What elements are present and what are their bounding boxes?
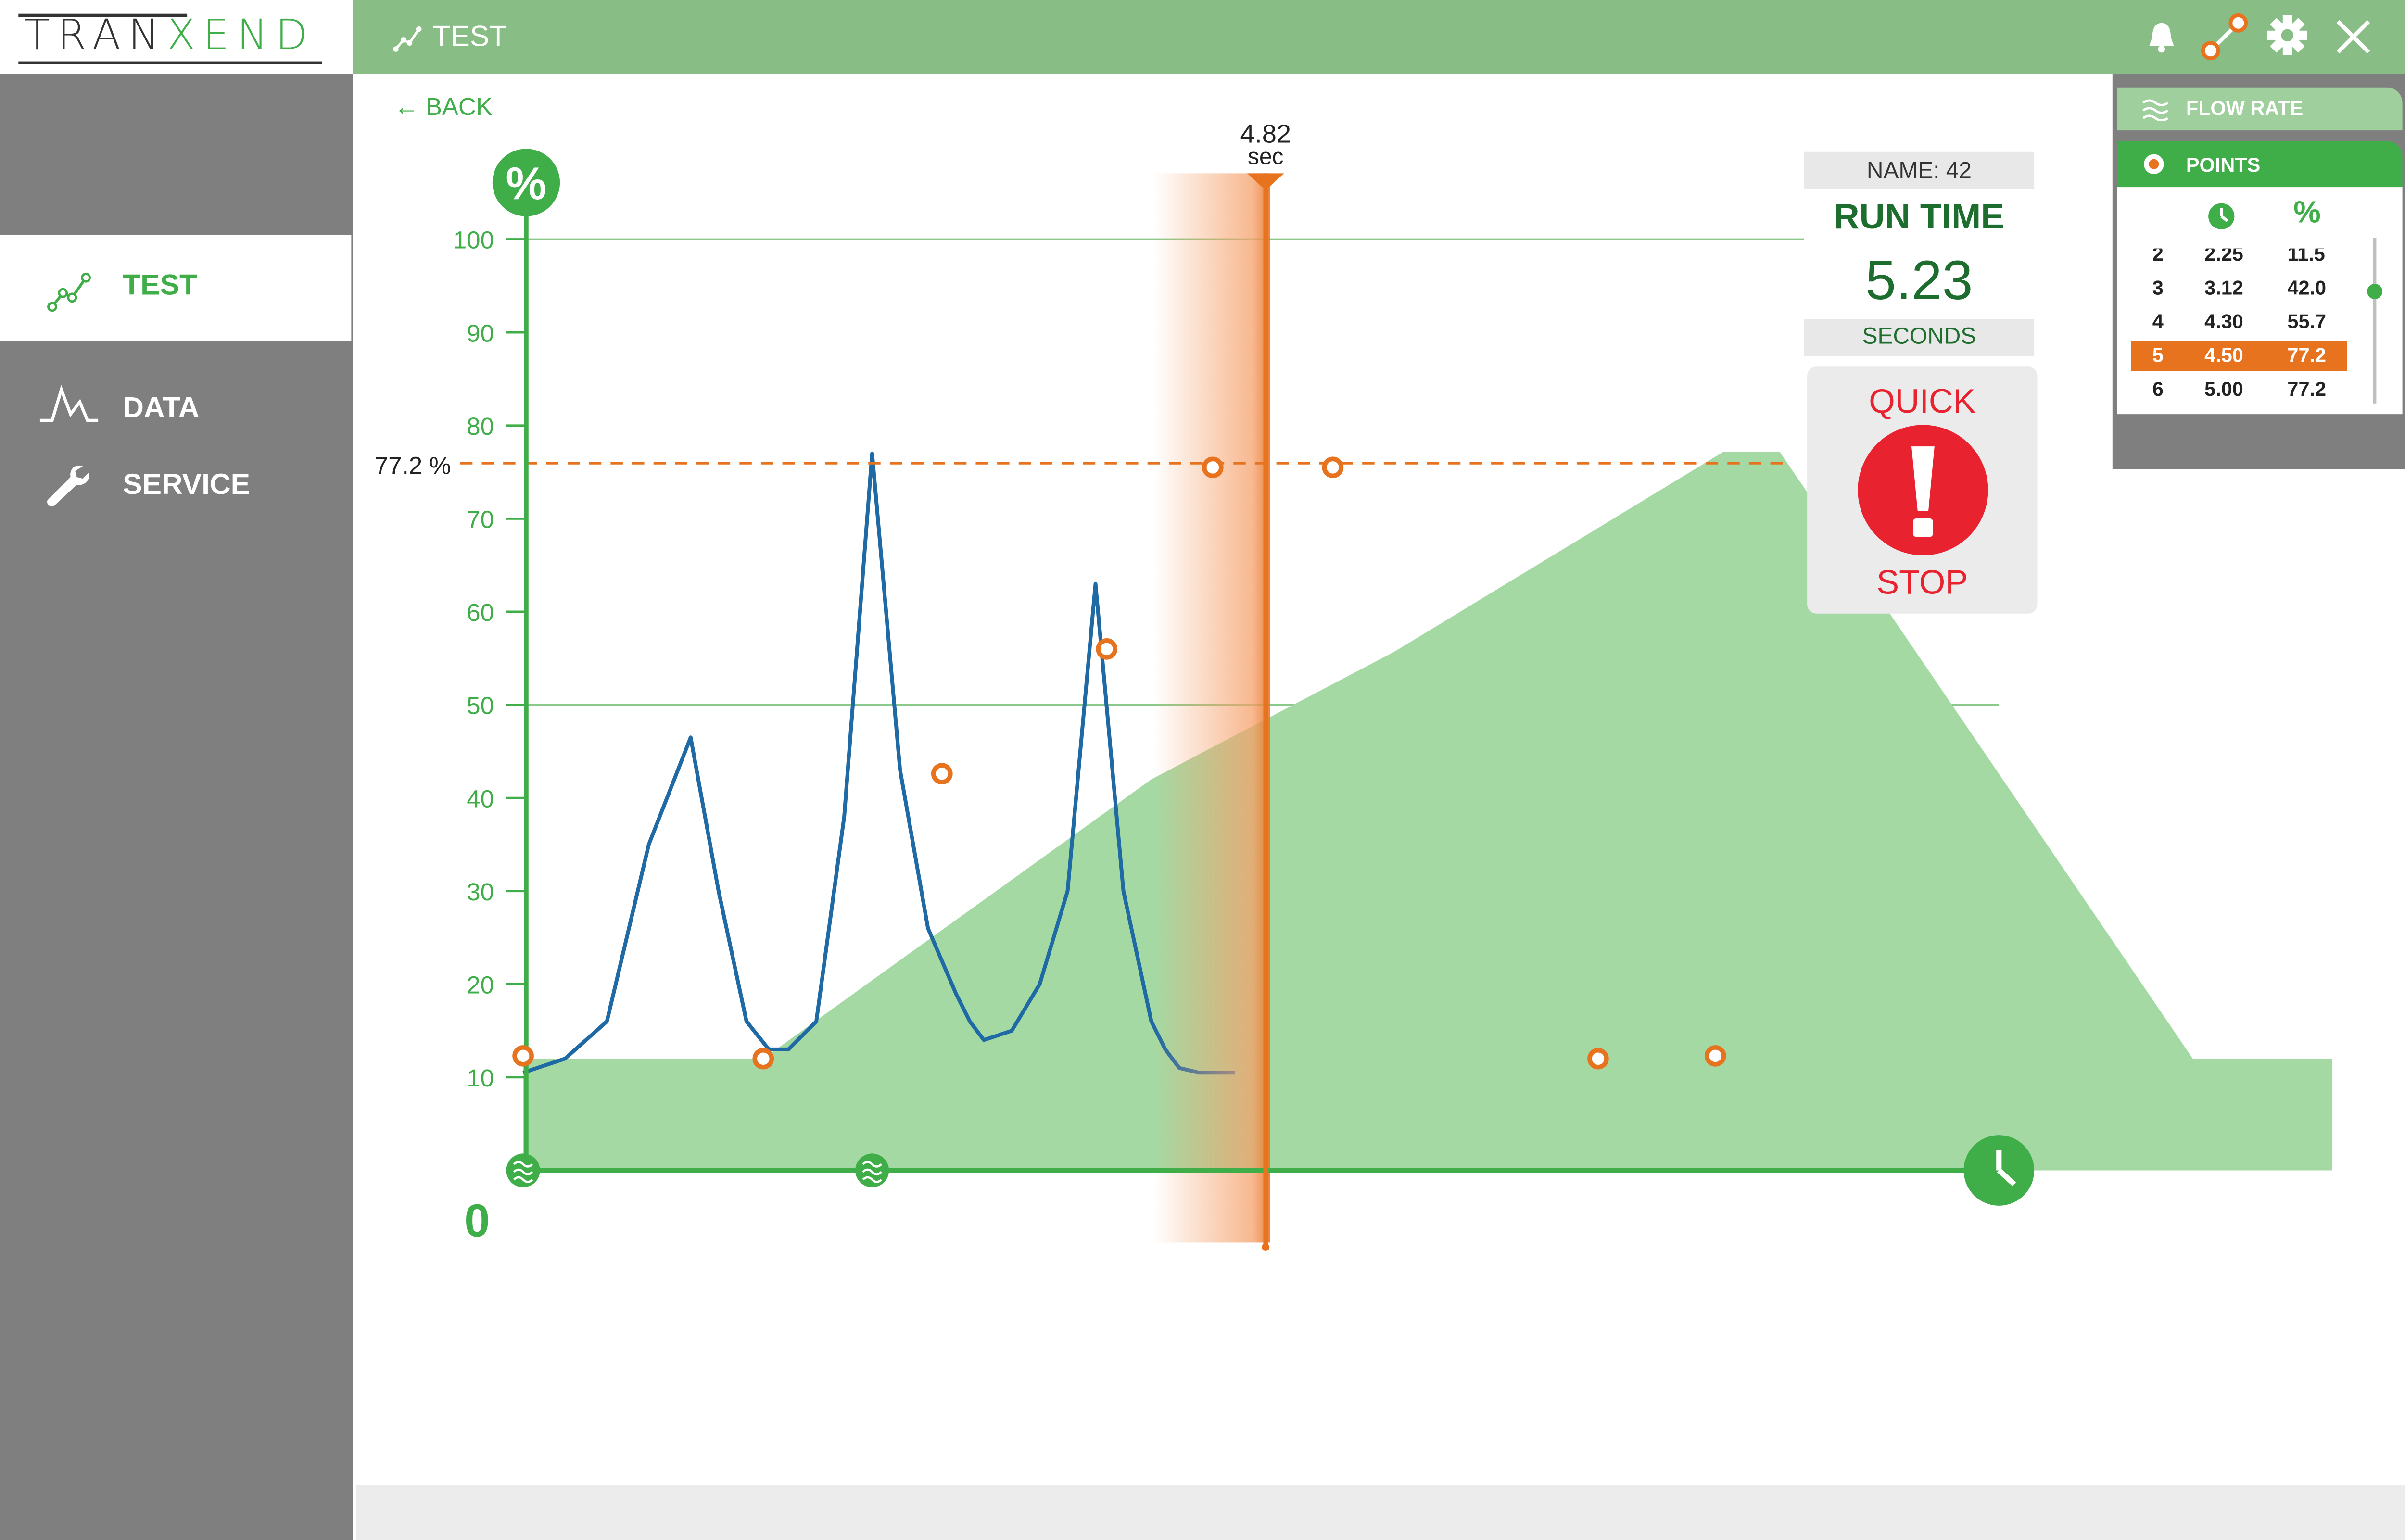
exclamation-icon [1911, 446, 1935, 537]
y-tick-label: 50 [467, 692, 494, 720]
flow-chart: 102030405060708090100 77.2 % 4.82 sec % … [375, 120, 2333, 1251]
quick-stop-button[interactable] [1858, 425, 1988, 555]
setpoint-marker [512, 1045, 534, 1067]
test-name: NAME: 42 [1866, 158, 1972, 184]
setpoint-marker [752, 1048, 774, 1070]
scrollbar-thumb[interactable] [2367, 284, 2383, 299]
y-tick-label: 20 [467, 971, 494, 998]
table-row-selected[interactable]: 5 4.50 77.2 [2131, 341, 2347, 371]
clock-axis-badge [1963, 1135, 2035, 1206]
seconds-label: SECONDS [1862, 323, 1976, 350]
quick-label: QUICK [1869, 382, 1976, 420]
y-tick-label: 70 [467, 505, 494, 533]
percent-column-header: % [2293, 196, 2321, 230]
y-tick-label: 40 [467, 785, 494, 812]
y-tick-label: 30 [467, 878, 494, 906]
clock-icon [2208, 203, 2235, 229]
flow-marker [855, 1153, 889, 1187]
setpoint-area [523, 451, 2333, 1171]
run-time-value: 5.23 [1865, 248, 1973, 312]
flow-rate-label: FLOW RATE [2186, 96, 2304, 120]
y-tick-label: 60 [467, 599, 494, 626]
setpoint-marker [1096, 638, 1118, 660]
stop-label: STOP [1876, 563, 1968, 602]
cursor-foot [1262, 1243, 1270, 1251]
setpoint-marker [1704, 1045, 1726, 1067]
points-label: POINTS [2186, 153, 2261, 177]
y-tick-label: 80 [467, 413, 494, 440]
table-row[interactable]: 3 3.12 42.0 [2131, 273, 2347, 304]
y-tick-label: 10 [467, 1064, 494, 1092]
origin-label: 0 [464, 1195, 490, 1247]
table-row[interactable]: 4 4.30 55.7 [2131, 307, 2347, 338]
run-time-label: RUN TIME [1834, 196, 2005, 237]
scrollbar-track[interactable] [2373, 238, 2377, 404]
table-row[interactable]: 6 5.00 77.2 [2131, 374, 2347, 405]
setpoint-marker [931, 763, 953, 785]
point-icon [2144, 154, 2164, 174]
setpoint-marker [1587, 1048, 1609, 1070]
flow-marker [506, 1153, 540, 1187]
cursor-highlight [1153, 173, 1270, 1243]
setpoint-marker [1322, 456, 1344, 479]
y-tick-label: 100 [453, 227, 494, 254]
y-tick-label: 90 [467, 319, 494, 347]
setpoint-marker [1202, 456, 1224, 479]
percent-symbol: % [506, 158, 546, 210]
reference-line-label: 77.2 % [375, 452, 451, 480]
cursor-unit: sec [1248, 144, 1283, 169]
flow-waves-icon [2142, 99, 2169, 121]
